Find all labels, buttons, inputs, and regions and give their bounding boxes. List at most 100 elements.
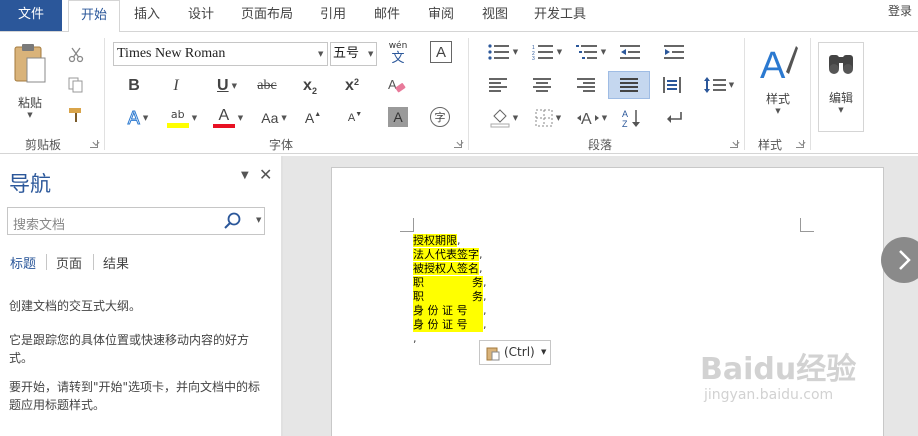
styles-group-label: 样式: [757, 138, 782, 152]
increase-indent-button[interactable]: [662, 40, 686, 64]
clear-formatting-button[interactable]: A: [384, 74, 410, 98]
decrease-indent-button[interactable]: [618, 40, 642, 64]
nav-help-text-1: 创建文档的交互式大纲。: [9, 299, 142, 313]
styles-dialog-launcher[interactable]: [796, 140, 804, 148]
character-shading-button[interactable]: A: [388, 107, 408, 127]
grow-font-label: A: [304, 110, 315, 126]
font-dialog-launcher[interactable]: [454, 140, 462, 148]
asian-layout-button[interactable]: A ▼: [574, 105, 610, 131]
tab-insert[interactable]: 插入: [124, 0, 170, 31]
bullets-button[interactable]: ▼: [486, 40, 520, 64]
chevron-down-icon[interactable]: ▼: [256, 216, 261, 224]
font-color-button[interactable]: A ▼: [210, 105, 246, 131]
paste-button[interactable]: 粘贴 ▼: [10, 42, 50, 126]
watermark: Baidu经验 jingyan.baidu.com: [700, 353, 856, 404]
tab-headings[interactable]: 标题: [10, 253, 36, 272]
tab-mailings[interactable]: 邮件: [364, 0, 410, 31]
shrink-font-button[interactable]: A ▼: [344, 105, 366, 131]
copy-icon: [68, 77, 83, 93]
align-left-button[interactable]: [486, 72, 510, 98]
change-case-button[interactable]: Aa ▼: [256, 105, 292, 131]
document-line[interactable]: 授权期限,: [413, 234, 461, 248]
close-icon[interactable]: ✕: [259, 165, 272, 184]
svg-text:3: 3: [532, 56, 535, 60]
login-link[interactable]: 登录: [888, 2, 918, 19]
paragraph-dialog-launcher[interactable]: [730, 140, 738, 148]
font-name-box[interactable]: Times New Roman: [113, 42, 328, 66]
tab-pages[interactable]: 页面: [56, 253, 82, 272]
justify-button[interactable]: [608, 71, 650, 99]
align-center-button[interactable]: [530, 72, 554, 98]
tab-developer[interactable]: 开发工具: [526, 0, 594, 31]
tab-file[interactable]: 文件: [0, 0, 62, 31]
line-spacing-button[interactable]: ▼: [702, 72, 736, 98]
grow-font-button[interactable]: A ▲: [302, 105, 324, 131]
scissors-icon: [68, 47, 84, 63]
show-hide-marks-button[interactable]: [662, 105, 686, 131]
editing-button[interactable]: 编辑 ▼: [818, 42, 864, 132]
numbering-button[interactable]: 1 2 3 ▼: [530, 40, 564, 64]
phonetic-bottom: 文: [391, 51, 405, 66]
search-icon[interactable]: [223, 211, 243, 231]
document-line[interactable]: ,: [413, 332, 417, 346]
styles-button[interactable]: A 样式 ▼: [752, 42, 804, 132]
align-right-icon: [577, 78, 595, 92]
underline-label: U: [217, 77, 229, 94]
paste-options-button[interactable]: (Ctrl) ▼: [479, 340, 551, 365]
tab-page-layout[interactable]: 页面布局: [233, 0, 301, 31]
paragraph-mark: ,: [483, 318, 487, 331]
document-line[interactable]: 职务,: [413, 290, 487, 304]
next-page-button[interactable]: [881, 237, 918, 283]
align-left-icon: [489, 78, 507, 92]
align-right-button[interactable]: [574, 72, 598, 98]
highlight-color-button[interactable]: ab ▼: [164, 105, 200, 131]
paste-dropdown-arrow[interactable]: ▼: [27, 111, 32, 119]
document-line[interactable]: 身 份 证 号,: [413, 304, 487, 318]
bold-button[interactable]: B: [122, 74, 146, 98]
strikethrough-button[interactable]: abc: [252, 74, 282, 98]
nav-help-text-2: 它是跟踪您的具体位置或快速移动内容的好方式。: [9, 333, 250, 365]
multilevel-list-button[interactable]: ▼: [574, 40, 608, 64]
tab-review[interactable]: 审阅: [418, 0, 464, 31]
borders-button[interactable]: ▼: [530, 105, 566, 131]
cut-button[interactable]: [64, 44, 88, 66]
document-line[interactable]: 法人代表签字,: [413, 248, 483, 262]
tab-results[interactable]: 结果: [103, 253, 129, 272]
character-border-button[interactable]: A: [430, 41, 452, 63]
clipboard-dialog-launcher[interactable]: [90, 140, 98, 148]
margin-corner-mark: [800, 218, 814, 232]
tab-view[interactable]: 视图: [472, 0, 518, 31]
phonetic-guide-button[interactable]: wén 文: [384, 38, 412, 70]
sort-button[interactable]: A Z: [620, 105, 644, 131]
grow-arrow-icon: ▲: [314, 110, 322, 118]
enclose-characters-button[interactable]: 字: [430, 107, 450, 127]
subscript-button[interactable]: x2: [298, 74, 322, 98]
tab-references[interactable]: 引用: [310, 0, 356, 31]
document-line[interactable]: 职务,: [413, 276, 487, 290]
font-name-dropdown-arrow[interactable]: ▼: [318, 42, 330, 66]
distributed-button[interactable]: [660, 72, 684, 98]
binoculars-icon: [829, 55, 853, 74]
shrink-arrow-icon: ▼: [355, 110, 363, 118]
italic-button[interactable]: I: [164, 74, 188, 98]
shrink-font-label: A: [347, 112, 356, 124]
copy-button[interactable]: [64, 74, 88, 96]
clipboard-group-label: 剪贴板: [24, 138, 61, 152]
format-painter-button[interactable]: [64, 104, 88, 126]
decrease-indent-icon: [620, 45, 640, 59]
search-input[interactable]: 搜索文档: [13, 214, 65, 233]
pane-options-icon[interactable]: ▼: [241, 170, 249, 181]
superscript-button[interactable]: x2: [340, 74, 364, 98]
font-size-dropdown-arrow[interactable]: ▼: [368, 42, 376, 66]
shading-button[interactable]: ▼: [486, 105, 522, 131]
text-effects-button[interactable]: A ▼: [122, 105, 154, 131]
search-box[interactable]: 搜索文档 ▼: [7, 207, 265, 235]
paragraph-group-label: 段落: [587, 138, 612, 152]
tab-home[interactable]: 开始: [68, 0, 120, 32]
underline-button[interactable]: U ▼: [210, 74, 244, 98]
tab-design[interactable]: 设计: [178, 0, 224, 31]
paragraph-mark: ,: [413, 332, 417, 345]
document-line[interactable]: 被授权人签名,: [413, 262, 483, 276]
document-line[interactable]: 身 份 证 号,: [413, 318, 487, 332]
chevron-down-icon: ▼: [512, 114, 519, 122]
